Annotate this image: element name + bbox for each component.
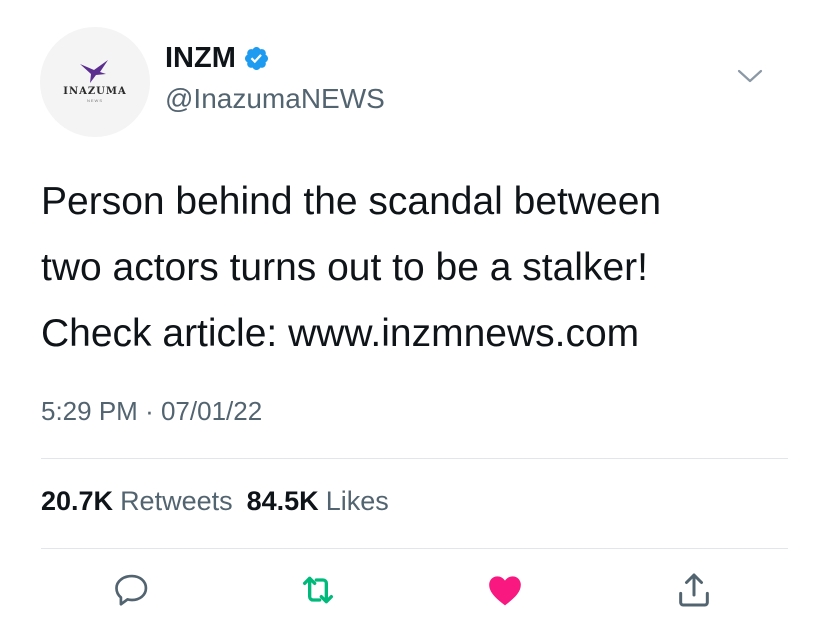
retweets-stat[interactable]: 20.7K Retweets <box>41 486 233 517</box>
tweet-timestamp[interactable]: 5:29 PM · 07/01/22 <box>41 396 262 427</box>
reply-button[interactable] <box>112 570 152 610</box>
tweet-time: 5:29 PM <box>41 396 138 426</box>
avatar[interactable]: INAZUMA NEWS <box>40 27 150 137</box>
verified-badge-icon <box>244 46 268 71</box>
hummingbird-logo-icon <box>80 59 108 83</box>
tweet-text-line: two actors turns out to be a stalker! <box>41 246 648 289</box>
account-handle[interactable]: @InazumaNEWS <box>165 83 385 115</box>
display-name[interactable]: INZM <box>165 42 236 75</box>
avatar-logo-subtext: NEWS <box>87 97 103 103</box>
reply-icon <box>115 574 148 606</box>
tweet-text-line: Person behind the scandal between <box>41 180 662 223</box>
avatar-logo-text: INAZUMA <box>63 85 127 97</box>
divider <box>41 458 788 459</box>
divider <box>41 548 788 549</box>
account-name-row: INZM <box>165 42 270 75</box>
chevron-down-icon[interactable] <box>737 68 763 84</box>
share-icon <box>679 573 709 607</box>
engagement-stats: 20.7K Retweets 84.5K Likes <box>41 486 389 517</box>
retweets-label: Retweets <box>120 486 233 516</box>
retweets-count: 20.7K <box>41 486 114 516</box>
share-button[interactable] <box>674 570 714 610</box>
likes-count: 84.5K <box>246 486 319 516</box>
likes-label: Likes <box>325 486 389 516</box>
retweet-button[interactable] <box>298 570 338 610</box>
likes-stat[interactable]: 84.5K Likes <box>247 486 389 517</box>
like-icon <box>489 576 521 606</box>
retweet-icon <box>303 576 333 604</box>
tweet-date: 07/01/22 <box>160 396 263 426</box>
tweet-text-line: Check article: www.inzmnews.com <box>41 312 640 355</box>
tweet-text: Person behind the scandal between two ac… <box>41 169 801 367</box>
meta-separator: · <box>145 396 154 426</box>
like-button[interactable] <box>485 570 525 610</box>
